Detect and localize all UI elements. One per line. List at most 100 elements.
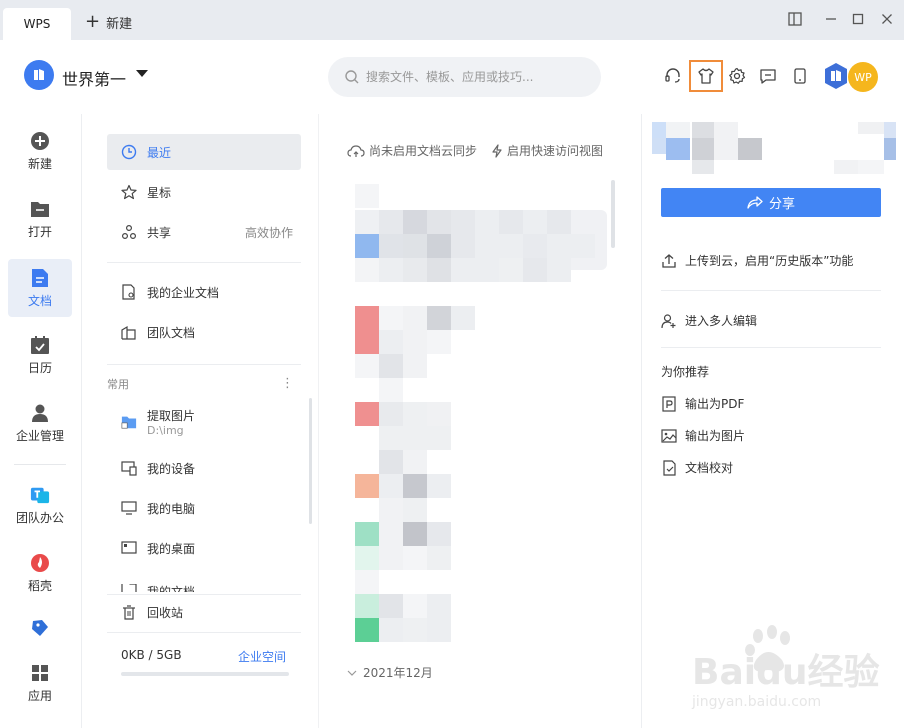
share-icon (747, 195, 763, 209)
blur-row (355, 426, 451, 450)
quick-view-toggle[interactable]: 启用快速访问视图 (491, 142, 603, 159)
sidebar-item-path: D:\img (147, 424, 184, 437)
proofread-action[interactable]: 文档校对 (661, 459, 733, 476)
nav-label: 文档 (27, 293, 52, 308)
blur-row (355, 234, 595, 258)
enterprise-doc-icon (121, 284, 137, 300)
export-image-label: 输出为图片 (685, 429, 746, 443)
folder-icon (30, 199, 50, 219)
blur-row (355, 210, 571, 234)
share-button[interactable]: 分享 (661, 188, 881, 217)
blur-row (355, 354, 427, 378)
enterprise-badge-icon[interactable] (823, 62, 849, 90)
sidebar-item-my-computer[interactable]: 我的电脑 (107, 490, 301, 526)
divider (661, 347, 881, 348)
proofread-icon (663, 459, 676, 476)
new-tab-button[interactable]: + 新建 (85, 12, 132, 32)
nav-item-tag[interactable] (8, 604, 72, 652)
shared-extra-link[interactable]: 高效协作 (245, 224, 293, 241)
export-image-action[interactable]: 输出为图片 (661, 427, 745, 444)
skin-tshirt-button[interactable] (689, 60, 723, 92)
gear-icon[interactable] (726, 65, 748, 87)
nav-item-enterprise[interactable]: 企业管理 (8, 394, 72, 452)
recommend-title: 为你推荐 (661, 365, 710, 379)
nav-item-team[interactable]: 团队办公 (8, 476, 72, 534)
maximize-icon[interactable] (849, 10, 867, 28)
sidebar-item-label: 团队文档 (147, 325, 196, 340)
sidebar-item-recent[interactable]: 最近 (107, 134, 301, 170)
sidebar-toggle-icon[interactable] (786, 10, 804, 28)
divider (661, 290, 881, 291)
message-icon[interactable] (757, 65, 779, 87)
sidebar-item-enterprise-docs[interactable]: 我的企业文档 (107, 274, 301, 310)
nav-item-apps[interactable]: 应用 (8, 654, 72, 712)
sidebar-item-starred[interactable]: 星标 (107, 174, 301, 210)
sidebar-item-my-documents[interactable]: 我的文档 (107, 570, 301, 592)
sidebar-item-team-docs[interactable]: 团队文档 (107, 314, 301, 350)
header: 世界第一 WP (0, 40, 904, 114)
sidebar-item-label: 我的企业文档 (147, 285, 220, 300)
nav-item-docer[interactable]: 稻壳 (8, 544, 72, 602)
divider (107, 364, 301, 365)
sidebar-item-label: 星标 (147, 185, 172, 200)
cloud-sync-notice[interactable]: 尚未启用文档云同步 (347, 142, 477, 159)
search-input[interactable] (366, 70, 586, 84)
sidebar-item-my-desktop[interactable]: 我的桌面 (107, 530, 301, 566)
sidebar-item-shared[interactable]: 共享 高效协作 (107, 214, 301, 250)
nav-divider (14, 464, 66, 465)
sidebar-item-recycle-bin[interactable]: 回收站 (107, 594, 301, 630)
sidebar-item-extract-images[interactable]: 提取图片 D:\img (107, 402, 301, 442)
star-icon (121, 184, 137, 200)
file-list-scrollbar[interactable] (611, 180, 615, 248)
chevron-down-icon[interactable] (136, 70, 148, 77)
blur-row (355, 330, 451, 354)
minimize-icon[interactable] (822, 10, 840, 28)
sidebar-scrollbar[interactable] (309, 398, 312, 524)
more-vertical-icon[interactable]: ⋮ (281, 376, 294, 391)
workspace-logo-icon[interactable] (24, 60, 54, 90)
blur-row (355, 546, 451, 570)
nav-label: 日历 (27, 360, 52, 375)
tab-wps[interactable]: WPS (3, 8, 71, 40)
multi-edit-action[interactable]: 进入多人编辑 (661, 312, 757, 329)
enterprise-space-link[interactable]: 企业空间 (238, 648, 286, 665)
headset-icon[interactable] (662, 65, 684, 87)
folder-shortcut-icon (121, 414, 137, 430)
export-pdf-action[interactable]: 输出为PDF (661, 395, 744, 412)
search-box[interactable] (328, 57, 601, 97)
divider (107, 262, 301, 263)
blur-row (355, 522, 451, 546)
share-nodes-icon (121, 224, 137, 240)
workspace-name[interactable]: 世界第一 (62, 66, 126, 90)
tag-icon (30, 618, 50, 638)
nav-item-open[interactable]: 打开 (8, 190, 72, 248)
upload-history-label: 上传到云，启用“历史版本”功能 (685, 254, 854, 268)
nav-item-new[interactable]: 新建 (8, 122, 72, 180)
blur-row (355, 498, 427, 522)
sidebar-item-label: 共享 (147, 225, 172, 240)
sidebar-item-label: 最近 (147, 145, 172, 160)
upload-history-action[interactable]: 上传到云，启用“历史版本”功能 (661, 252, 853, 269)
date-group-header[interactable]: 2021年12月 (347, 664, 433, 681)
chevron-down-icon (347, 670, 357, 676)
export-pdf-label: 输出为PDF (685, 397, 745, 411)
nav-item-documents[interactable]: 文档 (8, 259, 72, 317)
storage-usage: 0KB / 5GB (121, 648, 182, 662)
multi-edit-label: 进入多人编辑 (685, 314, 758, 328)
sidebar-item-label: 回收站 (147, 605, 184, 620)
nav-label: 团队办公 (15, 510, 64, 525)
sidebar-item-label: 我的桌面 (147, 541, 196, 556)
add-user-icon (661, 313, 676, 328)
nav-item-calendar[interactable]: 日历 (8, 326, 72, 384)
plus-icon: + (85, 11, 101, 32)
section-title-common: 常用 (107, 378, 129, 391)
close-icon[interactable] (878, 10, 896, 28)
blur-row (355, 306, 475, 330)
computer-icon (121, 500, 137, 516)
mobile-icon[interactable] (789, 65, 811, 87)
avatar[interactable]: WP (848, 62, 878, 92)
watermark-text: Baidu经验 (692, 652, 879, 693)
nav-label: 新建 (27, 156, 52, 171)
sidebar-item-my-devices[interactable]: 我的设备 (107, 450, 301, 486)
trash-icon (121, 604, 137, 620)
